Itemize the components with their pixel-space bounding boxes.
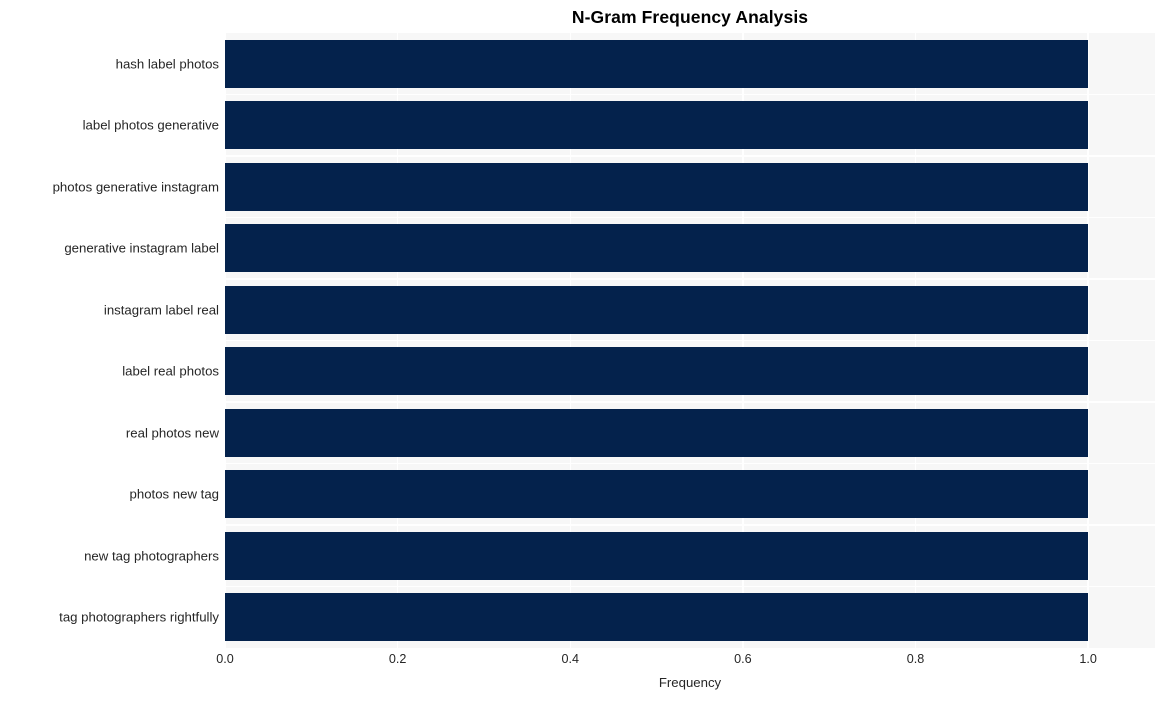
bar	[225, 347, 1089, 396]
x-axis-tick-label: 0.6	[734, 652, 752, 666]
gridline-horizontal	[225, 216, 1155, 219]
bar	[225, 101, 1089, 150]
bar	[225, 39, 1089, 88]
chart-figure: N-Gram Frequency Analysis hash label pho…	[0, 0, 1165, 701]
gridline-horizontal	[225, 585, 1155, 588]
gridline-horizontal	[225, 401, 1155, 403]
bar	[225, 224, 1089, 273]
y-axis-tick-label: hash label photos	[115, 56, 219, 72]
gridline-horizontal	[225, 93, 1155, 96]
x-axis-label: Frequency	[658, 675, 722, 690]
x-axis-tick-label: 0.8	[906, 652, 925, 666]
y-axis-tick-label: real photos new	[125, 425, 219, 441]
x-axis-tick-label: 1.0	[1079, 652, 1097, 666]
gridline-horizontal	[225, 524, 1155, 526]
y-axis-tick-label: new tag photographers	[84, 548, 219, 564]
gridline-horizontal	[225, 278, 1155, 280]
y-axis-tick-label: label photos generative	[82, 117, 219, 133]
gridline-horizontal	[225, 462, 1155, 465]
y-axis-tick-label: label real photos	[122, 363, 219, 379]
y-axis-tick-label: instagram label real	[103, 302, 219, 318]
x-axis-tick-label: 0.4	[561, 652, 579, 666]
bar	[225, 408, 1089, 457]
y-axis-tick-label: photos new tag	[129, 486, 219, 502]
bar	[225, 162, 1089, 211]
gridline-horizontal	[225, 155, 1155, 157]
bar	[225, 593, 1089, 642]
y-axis-labels: hash label photos label photos generative…	[0, 0, 225, 701]
y-axis-tick-label: tag photographers rightfully	[59, 609, 219, 625]
x-axis-tick-label: 0.2	[388, 652, 407, 666]
bar	[225, 470, 1089, 519]
y-axis-tick-label: generative instagram label	[64, 240, 219, 256]
plot-area	[225, 33, 1155, 648]
y-axis-tick-label: photos generative instagram	[52, 179, 219, 195]
gridline-horizontal	[225, 339, 1155, 342]
chart-title: N-Gram Frequency Analysis	[571, 7, 809, 27]
x-axis-tick-label: 0.0	[216, 652, 234, 666]
bar	[225, 285, 1089, 334]
bar	[225, 531, 1089, 580]
